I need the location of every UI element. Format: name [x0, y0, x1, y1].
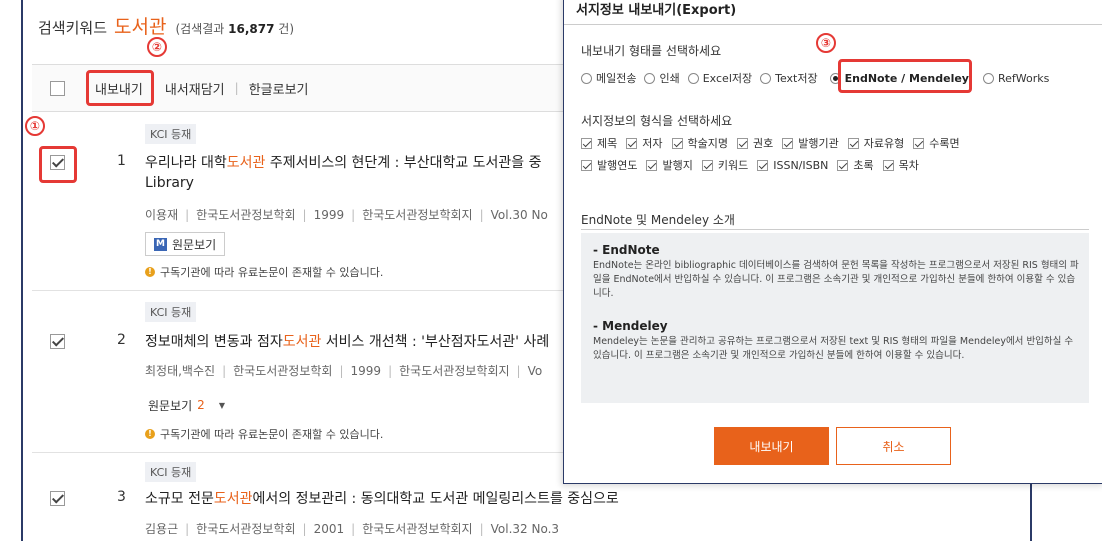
endnote-highlight-box [838, 59, 972, 93]
kci-badge: KCI 등재 [145, 462, 197, 482]
mendeley-description: Mendeley는 논문을 관리하고 공유하는 프로그램으로서 저장된 text… [593, 336, 1074, 361]
radio-button[interactable] [687, 72, 699, 84]
radio-button[interactable] [644, 72, 656, 84]
field-title-checkbox[interactable]: 제목 [581, 135, 617, 151]
result-checkbox[interactable] [50, 491, 65, 506]
result-checkbox[interactable] [50, 334, 65, 349]
info-icon: ! [145, 267, 155, 277]
dialog-header: 서지정보 내보내기(Export) [564, 0, 1102, 25]
mendeley-heading: - Mendeley [593, 319, 668, 333]
save-to-library-button[interactable]: 내서재담기 [165, 79, 225, 98]
chevron-down-icon: ▼ [218, 400, 225, 410]
endnote-heading: - EndNote [593, 243, 660, 257]
field-type-checkbox[interactable]: 자료유형 [847, 135, 904, 151]
toolbar-separator: | [234, 81, 239, 95]
result-title[interactable]: 우리나라 대학도서관 주제서비스의 현단계 : 부산대학교 도서관을 중 [145, 152, 542, 172]
field-year-checkbox[interactable]: 발행연도 [581, 157, 637, 173]
paid-notice: ! 구독기관에 따라 유료논문이 존재할 수 있습니다. [145, 264, 383, 280]
format-prompt: 내보내기 형태를 선택하세요 [581, 44, 722, 58]
format-option-excel[interactable]: Excel저장 [687, 70, 752, 86]
result-meta: 최정태,백수진 | 한국도서관정보학회 | 1999 | 한국도서관정보학회지 | Vo [145, 364, 543, 378]
result-divider [32, 290, 572, 291]
cancel-button[interactable]: 취소 [836, 427, 951, 465]
endnote-mendeley-info: - EndNote EndNote는 온라인 bibliographic 데이터… [581, 233, 1089, 403]
step-1-marker: ① [25, 116, 45, 136]
format-option-email[interactable]: 메일전송 [581, 70, 636, 86]
frame-border-left [21, 0, 23, 541]
info-icon: ! [145, 429, 155, 439]
format-options: 메일전송 인쇄 Excel저장 Text저장 EndNote / Mendele… [581, 70, 1057, 86]
result-divider [32, 452, 572, 453]
field-toc-checkbox[interactable]: 목차 [882, 157, 919, 173]
result-title[interactable]: 정보매체의 변동과 점자도서관 서비스 개선책 : '부산점자도서관' 사례 [145, 331, 549, 351]
field-checkboxes-row2: 발행연도 발행지 키워드 ISSN/ISBN 초록 목차 [581, 157, 928, 173]
result-number: 2 [117, 332, 126, 348]
field-abstract-checkbox[interactable]: 초록 [837, 157, 874, 173]
result-meta: 이용재 | 한국도서관정보학회 | 1999 | 한국도서관정보학회지 | Vol.30 No [145, 208, 548, 222]
dialog-title: 서지정보 내보내기(Export) [576, 3, 737, 18]
view-in-hangul-button[interactable]: 한글로보기 [249, 79, 309, 98]
view-original-button[interactable]: M 원문보기 [145, 232, 226, 256]
fields-prompt: 서지정보의 형식을 선택하세요 [581, 114, 733, 128]
field-keyword-checkbox[interactable]: 키워드 [701, 157, 748, 173]
radio-button[interactable] [760, 72, 772, 84]
original-doc-icon: M [154, 237, 167, 251]
keyword-value: 도서관 [114, 16, 167, 38]
endnote-description: EndNote는 온라인 bibliographic 데이터베이스를 검색하여 … [593, 260, 1079, 299]
select-all-checkbox[interactable] [50, 80, 65, 96]
export-dialog: 서지정보 내보내기(Export) 내보내기 형태를 선택하세요 ③ 메일전송 … [563, 0, 1102, 484]
field-author-checkbox[interactable]: 저자 [626, 135, 663, 151]
step-2-marker: ② [147, 37, 167, 57]
format-option-text[interactable]: Text저장 [760, 70, 818, 86]
result-number: 1 [117, 153, 126, 169]
frame-border-right [1030, 480, 1032, 541]
result-meta: 김용근 | 한국도서관정보학회 | 2001 | 한국도서관정보학회지 | Vol.32 No.… [145, 522, 560, 536]
radio-button[interactable] [581, 72, 592, 84]
keyword-label: 검색키워드 [38, 19, 108, 37]
result-number: 3 [117, 489, 126, 505]
result-title[interactable]: 소규모 전문도서관에서의 정보관리 : 동의대학교 도서관 메일링리스트를 중심… [145, 488, 619, 508]
paid-notice: ! 구독기관에 따라 유료논문이 존재할 수 있습니다. [145, 426, 383, 442]
view-original-dropdown[interactable]: 원문보기 2 ▼ [145, 393, 233, 417]
export-confirm-button[interactable]: 내보내기 [714, 427, 829, 465]
checkbox-highlight-box [39, 146, 77, 183]
intro-heading: EndNote 및 Mendeley 소개 [581, 213, 735, 227]
result-count: (검색결과 16,877 건) [175, 22, 295, 36]
result-title-line2[interactable]: Library [145, 175, 194, 191]
field-journal-checkbox[interactable]: 학술지명 [671, 135, 728, 151]
format-option-print[interactable]: 인쇄 [644, 70, 680, 86]
kci-badge: KCI 등재 [145, 302, 197, 322]
field-checkboxes-row1: 제목 저자 학술지명 권호 발행기관 자료유형 수록면 [581, 135, 969, 151]
field-pages-checkbox[interactable]: 수록면 [913, 135, 960, 151]
intro-divider [581, 229, 1089, 230]
field-place-checkbox[interactable]: 발행지 [646, 157, 693, 173]
field-publisher-checkbox[interactable]: 발행기관 [782, 135, 839, 151]
field-issn-checkbox[interactable]: ISSN/ISBN [757, 159, 828, 172]
format-option-refworks[interactable]: RefWorks [982, 72, 1049, 85]
export-highlight-box [86, 70, 154, 106]
search-keyword-header: 검색키워드 도서관 (검색결과 16,877 건) [38, 12, 294, 39]
field-volume-checkbox[interactable]: 권호 [736, 135, 773, 151]
step-3-marker: ③ [816, 33, 836, 53]
radio-button[interactable] [982, 72, 994, 84]
kci-badge: KCI 등재 [145, 124, 197, 144]
